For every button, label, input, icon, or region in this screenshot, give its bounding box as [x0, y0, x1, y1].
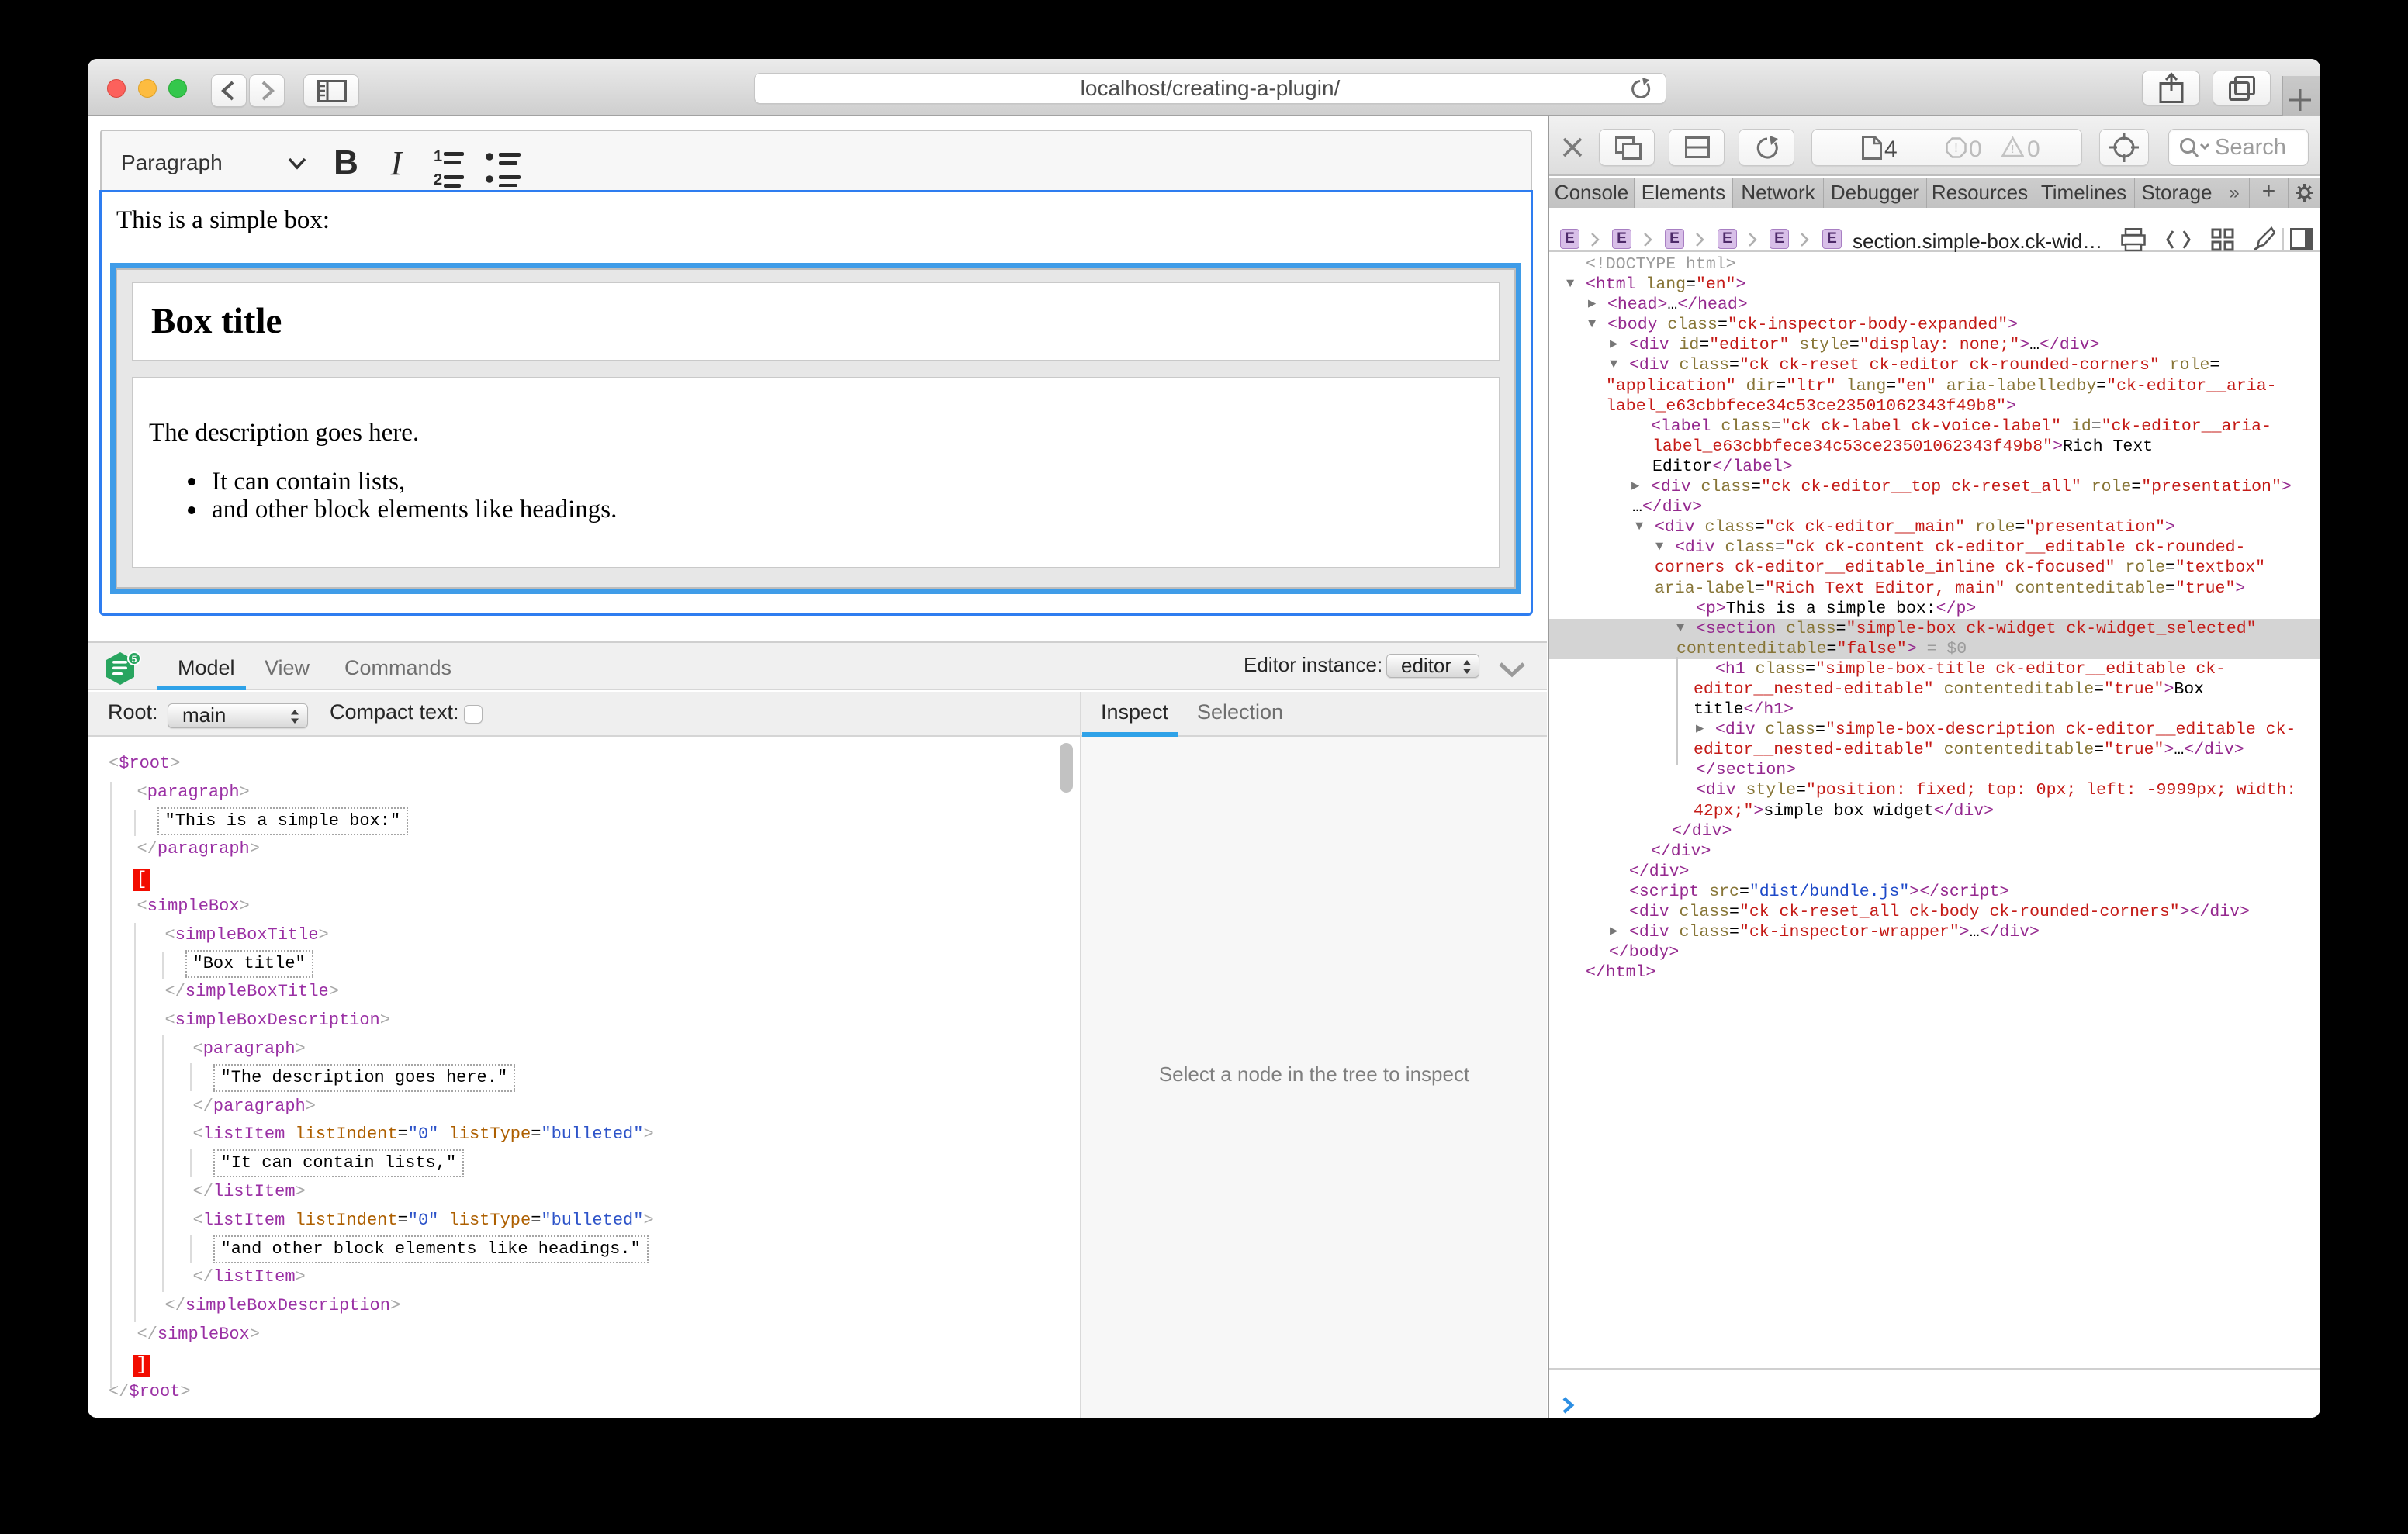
svg-text:!: ! [1954, 140, 1958, 155]
svg-text:1: 1 [434, 148, 442, 165]
svg-text:5: 5 [132, 654, 137, 665]
svg-text:!: ! [2011, 143, 2014, 156]
svg-text:2: 2 [434, 171, 442, 188]
